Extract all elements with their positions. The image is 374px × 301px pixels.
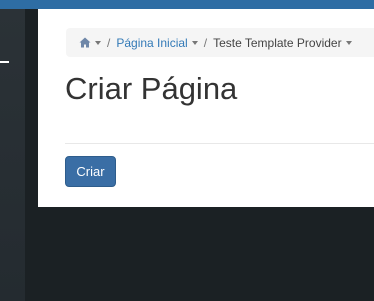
chevron-down-icon[interactable] (191, 40, 198, 45)
breadcrumb-separator: / (107, 35, 111, 50)
breadcrumb-home[interactable] (79, 37, 101, 48)
breadcrumb-separator: / (203, 35, 208, 50)
create-button[interactable]: Criar (65, 156, 116, 187)
sidebar-toggle-icon[interactable] (0, 61, 9, 63)
divider (65, 143, 374, 144)
chevron-down-icon[interactable] (95, 40, 101, 45)
top-navbar (0, 0, 374, 9)
home-icon (79, 37, 91, 48)
breadcrumb-item-current: Teste Template Provider (213, 35, 342, 50)
page-title: Criar Página (65, 71, 238, 106)
breadcrumb: / Página Inicial / Teste Template Provid… (66, 28, 374, 57)
main-panel: / Página Inicial / Teste Template Provid… (38, 9, 374, 207)
sidebar (0, 9, 25, 301)
breadcrumb-item-pagina-inicial[interactable]: Página Inicial (116, 36, 187, 50)
chevron-down-icon[interactable] (345, 40, 352, 45)
